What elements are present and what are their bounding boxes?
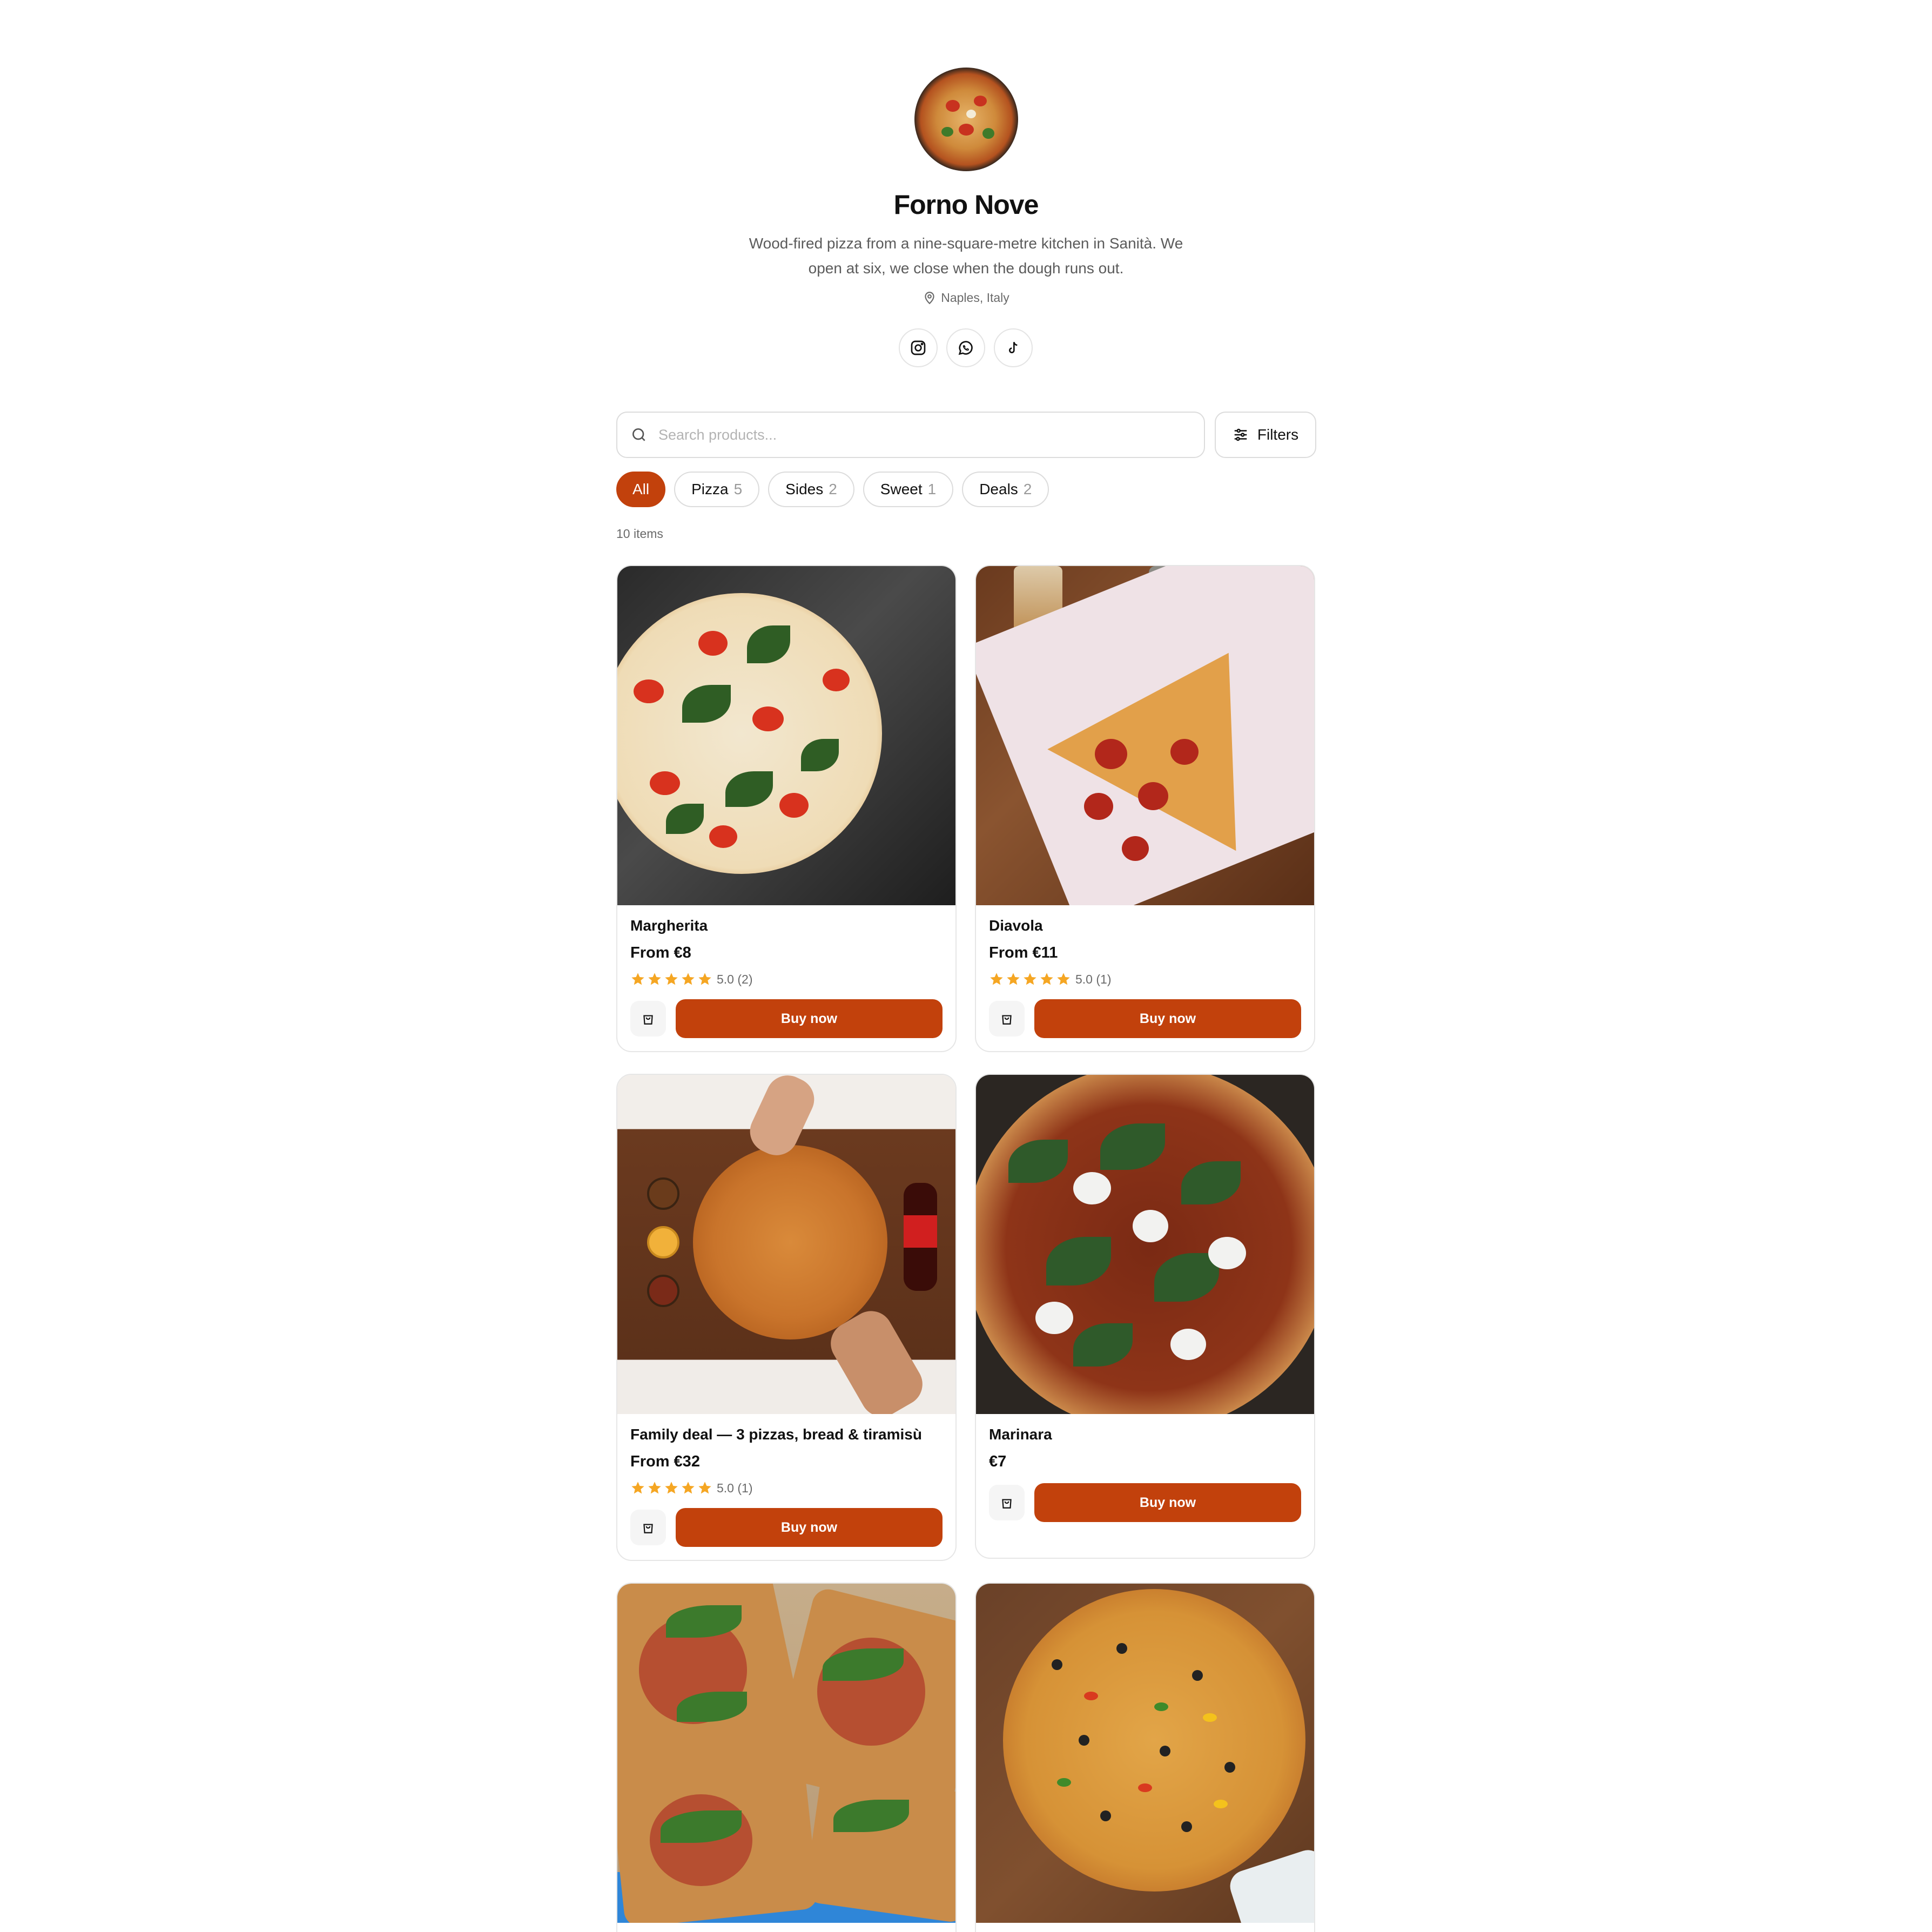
whatsapp-icon xyxy=(958,341,973,355)
star-icon xyxy=(1040,973,1053,985)
star-icon xyxy=(648,973,661,985)
store-location: Naples, Italy xyxy=(0,290,1932,305)
star-icon xyxy=(1057,973,1070,985)
category-chips: All Pizza 5 Sides 2 Sweet 1 Deals 2 xyxy=(616,472,1049,507)
sliders-icon xyxy=(1234,428,1247,441)
search-input[interactable] xyxy=(658,426,1145,443)
product-price: From €32 xyxy=(630,1453,700,1470)
rating-text: 5.0 (1) xyxy=(1075,972,1112,986)
star-rating xyxy=(630,1480,712,1496)
product-image[interactable] xyxy=(976,1584,1314,1923)
product-card[interactable] xyxy=(975,1583,1315,1932)
product-title[interactable]: Family deal — 3 pizzas, bread & tiramisù xyxy=(630,1426,943,1446)
tiktok-icon xyxy=(1009,342,1018,353)
chip-pizza[interactable]: Pizza 5 xyxy=(674,472,760,507)
product-card[interactable] xyxy=(616,1583,957,1932)
add-to-cart-button[interactable] xyxy=(989,1001,1025,1036)
search-bar[interactable] xyxy=(616,412,1205,458)
star-icon xyxy=(631,973,644,985)
star-icon xyxy=(682,973,695,985)
star-icon xyxy=(665,973,678,985)
product-price: From €8 xyxy=(630,944,691,961)
star-icon xyxy=(1024,973,1036,985)
chip-sweet[interactable]: Sweet 1 xyxy=(863,472,954,507)
star-rating xyxy=(630,972,712,987)
star-icon xyxy=(698,973,711,985)
whatsapp-link[interactable] xyxy=(946,328,985,367)
chip-label: Pizza xyxy=(691,481,729,497)
product-rating: 5.0 (2) xyxy=(630,970,943,988)
add-to-cart-button[interactable] xyxy=(989,1485,1025,1520)
buy-now-button[interactable]: Buy now xyxy=(1034,999,1301,1038)
add-to-cart-button[interactable] xyxy=(630,1001,666,1036)
shopping-bag-icon xyxy=(1002,1499,1012,1509)
chip-count: 1 xyxy=(927,481,937,497)
instagram-link[interactable] xyxy=(899,328,938,367)
chip-label: Sides xyxy=(785,481,824,497)
product-image[interactable] xyxy=(617,1075,955,1414)
star-icon xyxy=(1007,973,1020,985)
add-to-cart-button[interactable] xyxy=(630,1510,666,1545)
chip-all[interactable]: All xyxy=(616,472,666,507)
chip-count: 2 xyxy=(1023,481,1032,497)
product-card[interactable]: Diavola From €11 5.0 (1) Buy now xyxy=(975,565,1315,1052)
tiktok-link[interactable] xyxy=(994,328,1033,367)
product-title[interactable]: Marinara xyxy=(989,1426,1301,1446)
chip-deals[interactable]: Deals 2 xyxy=(962,472,1049,507)
location-text: Naples, Italy xyxy=(941,291,1009,305)
star-icon xyxy=(665,1482,678,1494)
rating-text: 5.0 (2) xyxy=(717,972,753,986)
star-rating xyxy=(989,972,1071,987)
chip-label: Sweet xyxy=(880,481,923,497)
filters-label: Filters xyxy=(1257,426,1299,443)
product-rating: 5.0 (1) xyxy=(630,1479,943,1497)
product-card[interactable]: Margherita From €8 5.0 (2) Buy now xyxy=(616,565,957,1052)
star-icon xyxy=(682,1482,695,1494)
star-icon xyxy=(631,1482,644,1494)
product-image[interactable] xyxy=(617,566,955,905)
product-image[interactable] xyxy=(976,566,1314,905)
chip-label: Deals xyxy=(979,481,1018,497)
product-image[interactable] xyxy=(976,1075,1314,1414)
shopping-bag-icon xyxy=(1002,1015,1012,1025)
store-avatar xyxy=(914,68,1018,171)
star-icon xyxy=(648,1482,661,1494)
search-icon xyxy=(632,428,645,441)
star-icon xyxy=(698,1482,711,1494)
star-icon xyxy=(990,973,1003,985)
shopping-bag-icon xyxy=(643,1015,653,1025)
map-pin-icon xyxy=(925,292,934,305)
chip-label: All xyxy=(632,481,650,497)
buy-now-button[interactable]: Buy now xyxy=(676,1508,943,1547)
filters-button[interactable]: Filters xyxy=(1215,412,1316,458)
product-title[interactable]: Diavola xyxy=(989,917,1301,938)
instagram-icon xyxy=(911,340,926,355)
product-image[interactable] xyxy=(617,1584,955,1923)
chip-sides[interactable]: Sides 2 xyxy=(768,472,854,507)
chip-count: 2 xyxy=(829,481,837,497)
store-name: Forno Nove xyxy=(893,190,1039,220)
social-links xyxy=(899,328,1033,367)
product-title[interactable]: Margherita xyxy=(630,917,943,938)
product-card[interactable]: Marinara €7 Buy now xyxy=(975,1074,1315,1559)
buy-now-button[interactable]: Buy now xyxy=(676,999,943,1038)
shopping-bag-icon xyxy=(643,1524,653,1533)
items-count: 10 items xyxy=(616,527,663,541)
product-price: €7 xyxy=(989,1453,1007,1470)
rating-text: 5.0 (1) xyxy=(717,1480,753,1495)
product-rating: 5.0 (1) xyxy=(989,970,1301,988)
buy-now-button[interactable]: Buy now xyxy=(1034,1483,1301,1522)
chip-count: 5 xyxy=(733,481,743,497)
store-bio: Wood-fired pizza from a nine-square-metr… xyxy=(749,235,1183,277)
product-price: From €11 xyxy=(989,944,1058,961)
product-card[interactable]: Family deal — 3 pizzas, bread & tiramisù… xyxy=(616,1074,957,1561)
